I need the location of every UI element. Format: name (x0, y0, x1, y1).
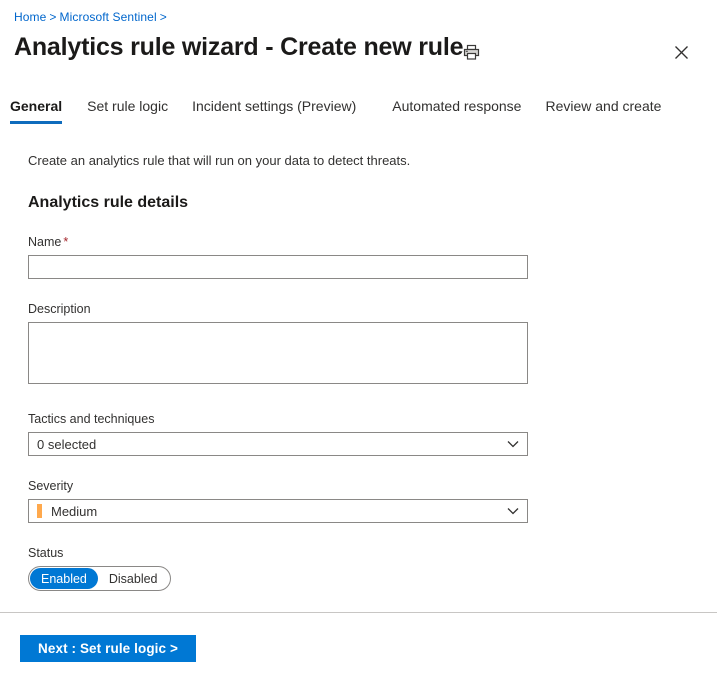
footer: Next : Set rule logic > (0, 613, 717, 679)
main-content: Create an analytics rule that will run o… (0, 152, 717, 591)
name-required-marker: * (63, 235, 69, 249)
page-title: Analytics rule wizard - Create new rule (14, 33, 464, 61)
description-textarea[interactable] (28, 322, 528, 384)
breadcrumb-separator-1: > (49, 10, 57, 24)
field-tactics-and-techniques: Tactics and techniques 0 selected (28, 411, 528, 456)
status-toggle[interactable]: Enabled Disabled (28, 566, 171, 591)
next-set-rule-logic-button[interactable]: Next : Set rule logic > (20, 635, 196, 662)
tab-set-rule-logic[interactable]: Set rule logic (87, 98, 168, 124)
severity-color-swatch (37, 504, 42, 518)
tactics-label: Tactics and techniques (28, 412, 155, 426)
close-icon[interactable] (670, 41, 692, 63)
severity-dropdown[interactable]: Medium (28, 499, 528, 523)
tab-review-and-create[interactable]: Review and create (545, 98, 661, 124)
title-row: Analytics rule wizard - Create new rule (0, 33, 717, 73)
print-icon[interactable] (461, 42, 481, 62)
chevron-down-icon (507, 505, 519, 517)
field-name: Name * (28, 234, 528, 279)
breadcrumb-item-home[interactable]: Home (14, 10, 46, 24)
severity-label: Severity (28, 479, 74, 493)
breadcrumb-separator-2: > (159, 10, 167, 24)
severity-selected-value: Medium (51, 503, 98, 519)
chevron-down-icon (507, 438, 519, 450)
breadcrumb-item-microsoft-sentinel[interactable]: Microsoft Sentinel (60, 10, 157, 24)
status-option-enabled[interactable]: Enabled (30, 568, 98, 589)
breadcrumb: Home > Microsoft Sentinel > (14, 10, 170, 24)
tab-automated-response[interactable]: Automated response (392, 98, 521, 124)
status-option-disabled[interactable]: Disabled (98, 568, 169, 589)
wizard-tabs: General Set rule logic Incident settings… (0, 98, 717, 128)
field-status: Status Enabled Disabled (28, 545, 528, 591)
name-label: Name * (28, 234, 528, 250)
name-label-text: Name (28, 235, 62, 249)
name-input[interactable] (28, 255, 528, 279)
description-label: Description (28, 302, 91, 316)
tab-general[interactable]: General (10, 98, 63, 124)
intro-text: Create an analytics rule that will run o… (28, 153, 411, 168)
field-description: Description (28, 301, 528, 389)
tactics-dropdown[interactable]: 0 selected (28, 432, 528, 456)
status-label: Status (28, 546, 64, 560)
tactics-selected-value: 0 selected (37, 436, 97, 452)
field-severity: Severity Medium (28, 478, 528, 523)
tab-incident-settings[interactable]: Incident settings (Preview) (192, 98, 356, 124)
section-heading-analytics-rule-details: Analytics rule details (28, 194, 189, 211)
